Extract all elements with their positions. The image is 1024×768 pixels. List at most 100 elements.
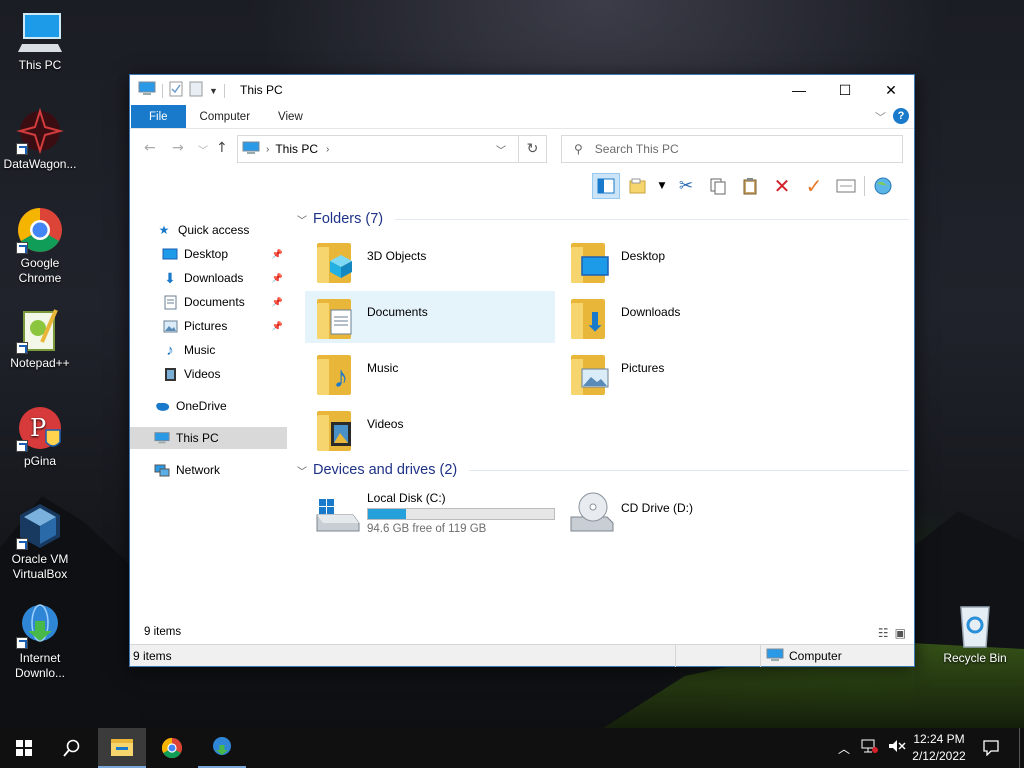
back-arrow-icon[interactable]: ← <box>144 140 156 156</box>
desktop-icon-datawagon[interactable]: DataWagon... <box>0 107 80 172</box>
tab-view[interactable]: View <box>264 105 317 128</box>
taskbar-file-explorer[interactable] <box>98 728 146 768</box>
pin-icon[interactable]: 📌 <box>272 297 283 308</box>
copy-icon[interactable] <box>704 173 732 199</box>
desktop-icon-virtualbox[interactable]: Oracle VM VirtualBox <box>0 502 80 582</box>
large-icons-view-icon[interactable]: ▣ <box>895 626 906 640</box>
address-dropdown-icon[interactable]: ﹀ <box>496 142 506 157</box>
search-icon <box>63 739 80 757</box>
search-input[interactable] <box>594 142 875 156</box>
recent-locations-icon[interactable]: ﹀ <box>198 142 208 157</box>
drive-tile-c[interactable]: Local Disk (C:) 94.6 GB free of 119 GB <box>305 487 555 545</box>
sidebar-item-downloads[interactable]: ⬇ Downloads 📌 <box>130 267 287 289</box>
show-desktop-button[interactable] <box>1019 728 1024 768</box>
film-icon <box>162 366 178 382</box>
sidebar-item-pictures[interactable]: Pictures 📌 <box>130 315 287 337</box>
search-box[interactable]: ⚲ <box>561 135 903 163</box>
folder-icon <box>313 293 361 341</box>
network-globe-icon[interactable] <box>869 173 897 199</box>
tab-file[interactable]: File <box>131 105 186 128</box>
desktop-icon-this-pc[interactable]: This PC <box>0 8 80 73</box>
sidebar-item-documents[interactable]: Documents 📌 <box>130 291 287 313</box>
collapse-chevron-icon[interactable]: ﹀ <box>297 463 307 478</box>
new-item-dropdown-icon[interactable]: ▼ <box>656 173 668 199</box>
folder-tile-music[interactable]: ♪ Music <box>305 347 555 399</box>
folders-group-header[interactable]: ﹀ Folders (7) <box>297 211 909 227</box>
details-view-icon[interactable]: ☷ <box>878 626 889 640</box>
desktop-icon-chrome[interactable]: Google Chrome <box>0 206 80 286</box>
sidebar-item-this-pc[interactable]: This PC <box>130 427 287 449</box>
desktop-icon-pgina[interactable]: P pGina <box>0 404 80 469</box>
breadcrumb-chevron-icon[interactable]: › <box>266 144 269 155</box>
navigation-pane: ★ Quick access Desktop 📌 ⬇ Downloads 📌 D… <box>130 205 287 625</box>
forward-arrow-icon[interactable]: → <box>172 140 184 156</box>
drive-usage-fill <box>368 509 407 519</box>
delete-icon[interactable]: ✕ <box>768 173 796 199</box>
document-icon <box>162 294 178 310</box>
taskbar-chrome[interactable] <box>148 728 196 768</box>
paste-icon[interactable] <box>736 173 764 199</box>
help-icon[interactable]: ? <box>893 108 909 124</box>
action-center-button[interactable] <box>982 728 1000 768</box>
sidebar-item-desktop[interactable]: Desktop 📌 <box>130 243 287 265</box>
folder-tile-desktop[interactable]: Desktop <box>559 235 809 287</box>
desktop-icon-internet-download[interactable]: Internet Downlo... <box>0 601 80 681</box>
computer-icon <box>138 81 156 100</box>
shortcut-arrow-icon <box>16 342 28 354</box>
minimize-button[interactable]: — <box>776 75 822 105</box>
collapse-chevron-icon[interactable]: ﹀ <box>297 212 307 227</box>
search-button[interactable] <box>48 728 96 768</box>
rename-check-icon[interactable]: ✓ <box>800 173 828 199</box>
cd-drive-icon <box>567 489 615 537</box>
tab-computer[interactable]: Computer <box>186 105 265 128</box>
cut-icon[interactable]: ✂ <box>672 173 700 199</box>
folder-tile-pictures[interactable]: Pictures <box>559 347 809 399</box>
refresh-icon: ↻ <box>526 141 539 157</box>
devices-group-header[interactable]: ﹀ Devices and drives (2) <box>297 462 909 478</box>
sidebar-item-onedrive[interactable]: OneDrive <box>130 395 287 417</box>
desktop-icon-recycle-bin[interactable]: Recycle Bin <box>935 601 1015 666</box>
navigation-pane-button[interactable] <box>592 173 620 199</box>
close-button[interactable]: ✕ <box>868 75 914 105</box>
divider <box>223 83 225 98</box>
sidebar-item-network[interactable]: Network <box>130 459 287 481</box>
sidebar-item-music[interactable]: ♪ Music <box>130 339 287 361</box>
breadcrumb-chevron-icon[interactable]: › <box>326 144 329 155</box>
desktop-icon-label: Recycle Bin <box>943 651 1007 665</box>
start-button[interactable] <box>0 728 48 768</box>
customize-dropdown-icon[interactable]: ▼ <box>209 86 218 96</box>
maximize-button[interactable]: ☐ <box>822 75 868 105</box>
desktop-icon <box>162 246 178 262</box>
network-status-icon[interactable] <box>860 739 879 757</box>
expand-ribbon-icon[interactable]: ﹀ <box>875 109 886 125</box>
drive-tile-d[interactable]: CD Drive (D:) <box>559 487 809 545</box>
pin-icon[interactable]: 📌 <box>272 273 283 284</box>
title-bar[interactable]: ▼ This PC — ☐ ✕ <box>130 75 914 105</box>
folder-tile-3d-objects[interactable]: 3D Objects <box>305 235 555 287</box>
up-arrow-icon[interactable]: ↑ <box>216 140 228 156</box>
pin-icon[interactable]: 📌 <box>272 321 283 332</box>
taskbar-clock[interactable]: 12:24 PM 2/12/2022 <box>902 731 976 765</box>
folder-tile-downloads[interactable]: ⬇ Downloads <box>559 291 809 343</box>
sidebar-item-label: Quick access <box>178 223 250 237</box>
film-icon <box>327 421 355 447</box>
pin-icon[interactable]: 📌 <box>272 249 283 260</box>
show-hidden-icons-chevron-icon[interactable]: ︿ <box>838 740 850 757</box>
sidebar-item-videos[interactable]: Videos <box>130 363 287 385</box>
properties-icon[interactable] <box>169 81 183 100</box>
folder-icon <box>567 349 615 397</box>
divider <box>864 176 865 196</box>
properties-icon[interactable] <box>832 173 860 199</box>
breadcrumb-this-pc[interactable]: This PC <box>275 142 318 156</box>
folder-tile-videos[interactable]: Videos <box>305 403 555 455</box>
refresh-button[interactable]: ↻ <box>518 135 547 163</box>
new-item-button[interactable] <box>624 173 652 199</box>
address-bar[interactable]: › This PC › ﹀ <box>237 135 547 163</box>
taskbar-internet-download-manager[interactable] <box>198 728 246 768</box>
sidebar-item-quick-access[interactable]: ★ Quick access <box>130 219 287 241</box>
computer-icon <box>154 430 170 446</box>
desktop-icon-notepadpp[interactable]: Notepad++ <box>0 306 80 371</box>
folder-tile-documents[interactable]: Documents <box>305 291 555 343</box>
notifications-icon <box>983 740 999 756</box>
new-folder-icon[interactable] <box>189 81 203 100</box>
